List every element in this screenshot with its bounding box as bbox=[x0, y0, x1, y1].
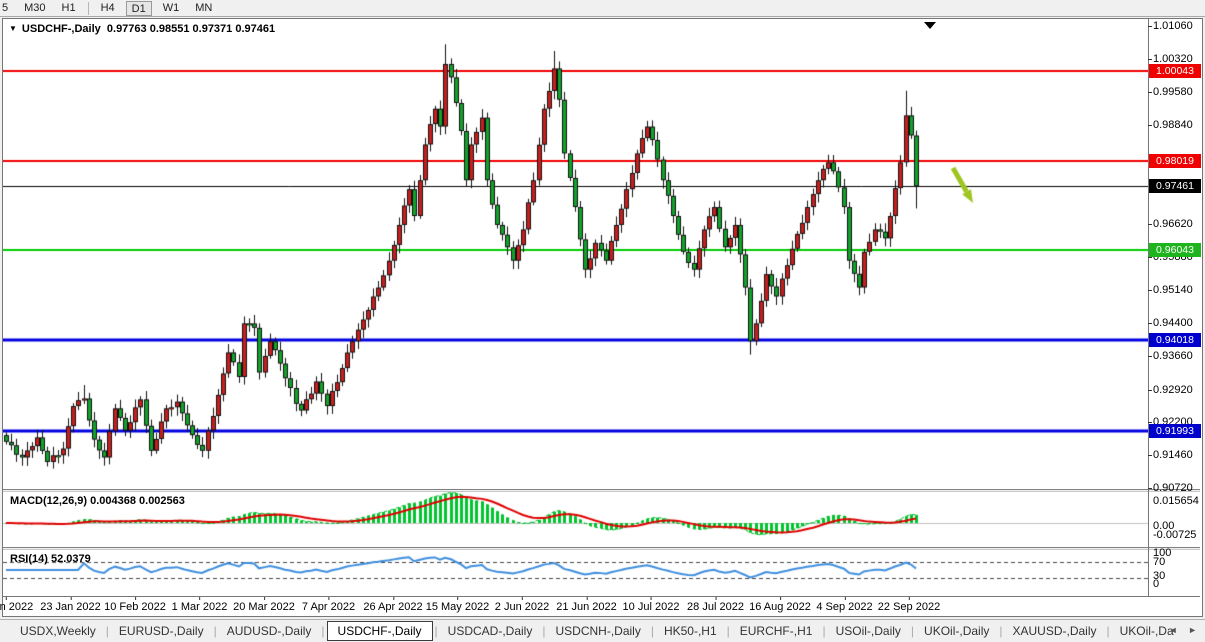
chart-title: ▼ USDCHF-,Daily 0.97763 0.98551 0.97371 0… bbox=[9, 23, 275, 35]
price-axis-tick: 0.91460 bbox=[1153, 449, 1201, 461]
tab-scroll-arrows[interactable]: ◄ ► bbox=[1169, 625, 1201, 635]
tab-separator: | bbox=[1105, 624, 1112, 638]
price-axis-tick: 1.00320 bbox=[1153, 53, 1201, 65]
price-level-badge: 0.91993 bbox=[1149, 424, 1201, 438]
tab-separator: | bbox=[104, 624, 111, 638]
tab-separator: | bbox=[725, 624, 732, 638]
tab-separator: | bbox=[820, 624, 827, 638]
price-level-badge: 0.97461 bbox=[1149, 179, 1201, 193]
timeframe-button-d1[interactable]: D1 bbox=[126, 1, 152, 16]
tab-usdcnh-daily[interactable]: USDCNH-,Daily bbox=[547, 622, 648, 640]
date-axis-label: 10 Feb 2022 bbox=[104, 601, 166, 613]
tab-usdx-weekly[interactable]: USDX,Weekly bbox=[12, 622, 104, 640]
tab-ukoil-daily[interactable]: UKOil-,Daily bbox=[916, 622, 997, 640]
date-axis-label: 23 Jan 2022 bbox=[40, 601, 101, 613]
tab-xauusd-daily[interactable]: XAUUSD-,Daily bbox=[1005, 622, 1105, 640]
date-axis-label: 21 Jun 2022 bbox=[556, 601, 617, 613]
date-axis-label: 26 Apr 2022 bbox=[363, 601, 422, 613]
price-axis-tick: 0.95140 bbox=[1153, 284, 1201, 296]
tab-eurusd-daily[interactable]: EURUSD-,Daily bbox=[111, 622, 212, 640]
price-axis-tick: 0.98840 bbox=[1153, 119, 1201, 131]
tab-separator: | bbox=[997, 624, 1004, 638]
price-level-badge: 0.94018 bbox=[1149, 333, 1201, 347]
price-axis-tick: 1.01060 bbox=[1153, 20, 1201, 32]
date-axis-label: 7 Apr 2022 bbox=[302, 601, 355, 613]
tab-hk50-h1[interactable]: HK50-,H1 bbox=[656, 622, 725, 640]
macd-axis-label: 0.015654 bbox=[1153, 495, 1199, 507]
date-axis-label: 15 May 2022 bbox=[426, 601, 490, 613]
macd-axis-label: -0.00725 bbox=[1153, 529, 1196, 541]
timeframe-button-h1[interactable]: H1 bbox=[57, 1, 81, 16]
price-level-badge: 0.98019 bbox=[1149, 154, 1201, 168]
price-axis-tick: 0.96620 bbox=[1153, 218, 1201, 230]
tab-separator: | bbox=[909, 624, 916, 638]
date-axis-label: 1 Mar 2022 bbox=[172, 601, 228, 613]
price-level-badge: 0.96043 bbox=[1149, 243, 1201, 257]
price-axis-tick: 0.94400 bbox=[1153, 317, 1201, 329]
date-axis-label: 2 Jun 2022 bbox=[495, 601, 549, 613]
chart-shift-marker-icon[interactable] bbox=[924, 22, 936, 29]
rsi-panel-canvas[interactable] bbox=[3, 550, 1148, 596]
chart-tabbar: USDX,Weekly|EURUSD-,Daily|AUDUSD-,Daily|… bbox=[0, 619, 1205, 642]
rsi-axis-label: 0 bbox=[1153, 578, 1159, 590]
date-axis-label: 4 Jan 2022 bbox=[0, 601, 33, 613]
price-axis-tick: 0.90720 bbox=[1153, 482, 1201, 494]
chart-symbol-label: USDCHF-,Daily bbox=[22, 23, 101, 35]
tab-usdcad-daily[interactable]: USDCAD-,Daily bbox=[440, 622, 541, 640]
rsi-axis-label: 70 bbox=[1153, 556, 1165, 568]
tab-separator: | bbox=[540, 624, 547, 638]
tab-usoil-daily[interactable]: USOil-,Daily bbox=[828, 622, 909, 640]
date-axis-label: 4 Sep 2022 bbox=[816, 601, 872, 613]
tab-eurchf-h1[interactable]: EURCHF-,H1 bbox=[732, 622, 821, 640]
price-level-badge: 1.00043 bbox=[1149, 64, 1201, 78]
price-chart-canvas[interactable] bbox=[3, 21, 1148, 489]
date-axis-label: 22 Sep 2022 bbox=[878, 601, 940, 613]
tab-audusd-daily[interactable]: AUDUSD-,Daily bbox=[219, 622, 320, 640]
rsi-indicator-label: RSI(14) 52.0379 bbox=[10, 553, 91, 565]
price-axis-tick: 0.93660 bbox=[1153, 350, 1201, 362]
tab-separator: | bbox=[212, 624, 219, 638]
date-axis: 4 Jan 2022 23 Jan 202210 Feb 2022 1 Mar 20… bbox=[3, 596, 1200, 616]
macd-indicator-label: MACD(12,26,9) 0.004368 0.002563 bbox=[10, 495, 185, 507]
date-axis-label: 28 Jul 2022 bbox=[687, 601, 744, 613]
price-axis-tick: 0.92920 bbox=[1153, 384, 1201, 396]
price-axis-divider bbox=[1148, 19, 1149, 616]
timeframe-toolbar: 5 M30 H1 H4 D1 W1 MN bbox=[0, 0, 1205, 17]
toolbar-separator bbox=[88, 2, 89, 15]
price-axis-tick: 0.99580 bbox=[1153, 86, 1201, 98]
tab-separator: | bbox=[433, 624, 440, 638]
date-axis-label: 20 Mar 2022 bbox=[233, 601, 295, 613]
tab-usdchf-daily[interactable]: USDCHF-,Daily bbox=[327, 621, 433, 641]
timeframe-button-mn[interactable]: MN bbox=[190, 1, 217, 16]
chart-ohlc-values: 0.97763 0.98551 0.97371 0.97461 bbox=[107, 23, 275, 35]
timeframe-button-w1[interactable]: W1 bbox=[158, 1, 185, 16]
timeframe-button-h4[interactable]: H4 bbox=[96, 1, 120, 16]
symbol-dropdown-icon[interactable]: ▼ bbox=[9, 24, 17, 33]
date-axis-label: 10 Jul 2022 bbox=[623, 601, 680, 613]
date-axis-label: 16 Aug 2022 bbox=[749, 601, 811, 613]
timeframe-button-m30[interactable]: M30 bbox=[19, 1, 50, 16]
chart-window: ▼ USDCHF-,Daily 0.97763 0.98551 0.97371 0… bbox=[2, 18, 1203, 617]
tab-separator: | bbox=[649, 624, 656, 638]
tab-separator: | bbox=[319, 624, 326, 638]
timeframe-button-5[interactable]: 5 bbox=[0, 1, 13, 16]
